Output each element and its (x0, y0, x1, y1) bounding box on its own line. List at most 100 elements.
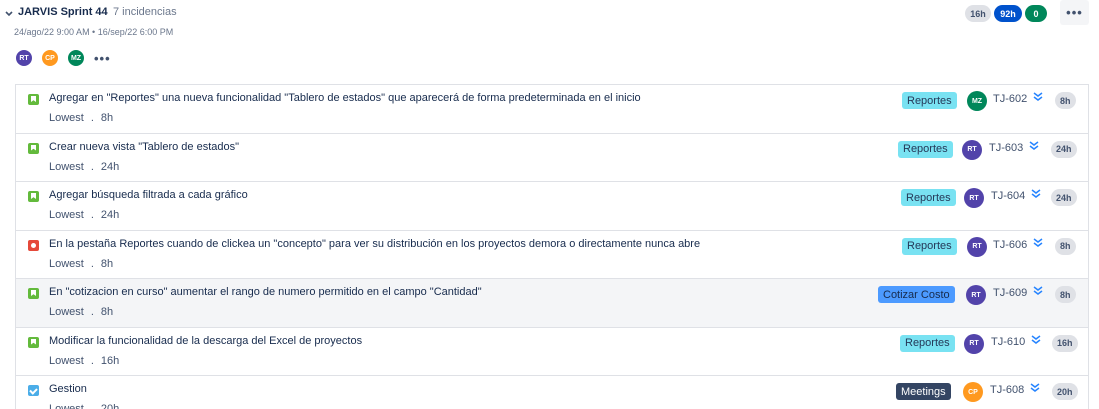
sprint-actions-button[interactable]: ••• (1060, 0, 1089, 25)
issue-row[interactable]: En la pestaña Reportes cuando de clickea… (16, 230, 1088, 279)
separator: . (90, 160, 94, 173)
issue-row[interactable]: Agregar en "Reportes" una nueva funciona… (16, 85, 1088, 134)
estimate-badge: 16h (1052, 334, 1078, 352)
estimate-badge: 8h (1055, 237, 1076, 255)
points-todo-badge: 16h (965, 5, 991, 22)
avatar[interactable]: RT (14, 48, 34, 68)
separator: . (90, 354, 94, 367)
issue-list: Agregar en "Reportes" una nueva funciona… (15, 84, 1089, 409)
issue-meta: Lowest. 24h (49, 209, 119, 221)
issue-summary[interactable]: Gestion (49, 383, 87, 395)
points-done-badge: 0 (1025, 5, 1047, 22)
epic-lozenge[interactable]: Cotizar Costo (878, 286, 955, 303)
priority-label: Lowest (49, 306, 84, 318)
issue-row[interactable]: Modificar la funcionalidad de la descarg… (16, 327, 1088, 376)
estimate-label: 24h (100, 160, 120, 173)
issue-summary[interactable]: Agregar en "Reportes" una nueva funciona… (49, 92, 641, 104)
assignee-avatar[interactable]: MZ (967, 91, 987, 111)
issue-key[interactable]: TJ-609 (993, 287, 1027, 299)
estimate-badge: 24h (1051, 140, 1077, 158)
issue-key[interactable]: TJ-603 (989, 142, 1023, 154)
avatar[interactable]: CP (40, 48, 60, 68)
sprint-name[interactable]: JARVIS Sprint 44 (18, 6, 108, 18)
issue-row[interactable]: Gestion Lowest. 20h Meetings CP TJ-608 20h (16, 376, 1088, 409)
epic-lozenge[interactable]: Reportes (901, 189, 956, 206)
assignee-avatar[interactable]: RT (967, 236, 987, 257)
story-icon (28, 142, 39, 154)
epic-lozenge[interactable]: Reportes (902, 92, 957, 109)
estimate-label: 8h (100, 306, 114, 318)
assignee-avatar[interactable]: RT (962, 139, 982, 160)
separator: . (90, 112, 94, 124)
issue-summary[interactable]: Modificar la funcionalidad de la descarg… (49, 335, 362, 347)
priority-lowest-icon (1033, 237, 1043, 247)
story-icon (28, 336, 39, 348)
priority-label: Lowest (49, 160, 84, 173)
estimate-label: 24h (100, 209, 120, 221)
issue-key[interactable]: TJ-602 (993, 93, 1027, 105)
issue-key[interactable]: TJ-606 (993, 239, 1027, 251)
separator: . (90, 306, 94, 318)
bug-icon (28, 239, 39, 251)
assignee-avatar[interactable]: CP (963, 382, 983, 402)
issue-meta: Lowest. 8h (49, 112, 113, 124)
epic-lozenge[interactable]: Reportes (902, 237, 957, 255)
issue-row[interactable]: Crear nueva vista "Tablero de estados" Lo… (16, 133, 1088, 182)
issue-summary[interactable]: Agregar búsqueda filtrada a cada gráfico (49, 189, 248, 201)
separator: . (90, 257, 94, 270)
issue-summary[interactable]: Crear nueva vista "Tablero de estados" (49, 141, 239, 153)
estimate-badge: 8h (1055, 286, 1076, 303)
estimate-label: 8h (100, 257, 114, 270)
story-icon (28, 288, 39, 299)
priority-lowest-icon (1031, 334, 1041, 344)
priority-label: Lowest (49, 112, 84, 124)
epic-lozenge[interactable]: Reportes (898, 140, 953, 158)
priority-label: Lowest (49, 209, 84, 221)
separator: . (90, 403, 94, 409)
estimate-badge: 20h (1052, 383, 1078, 400)
issue-count: 7 incidencias (113, 6, 177, 18)
points-in-progress-badge: 92h (994, 5, 1022, 22)
story-icon (28, 94, 39, 105)
chevron-down-icon[interactable] (3, 7, 15, 19)
assignee-avatar[interactable]: RT (964, 188, 984, 208)
issue-meta: Lowest. 8h (49, 258, 113, 270)
issue-meta: Lowest. 20h (49, 403, 119, 409)
story-icon (28, 191, 39, 202)
separator: . (90, 209, 94, 221)
priority-label: Lowest (49, 403, 84, 409)
more-assignees-icon[interactable]: ••• (94, 51, 111, 66)
estimate-label: 8h (100, 112, 114, 124)
assignee-avatar[interactable]: RT (964, 333, 984, 354)
sprint-dates: 24/ago/22 9:00 AM • 16/sep/22 6:00 PM (14, 27, 174, 37)
assignee-avatar[interactable]: RT (966, 285, 986, 305)
priority-lowest-icon (1033, 286, 1043, 295)
epic-lozenge[interactable]: Meetings (896, 383, 951, 400)
estimate-badge: 24h (1051, 189, 1077, 206)
priority-lowest-icon (1033, 92, 1043, 101)
priority-label: Lowest (49, 354, 84, 367)
issue-meta: Lowest. 8h (49, 306, 113, 318)
issue-summary[interactable]: En la pestaña Reportes cuando de clickea… (49, 238, 700, 250)
issue-key[interactable]: TJ-604 (991, 190, 1025, 202)
estimate-badge: 8h (1055, 92, 1076, 109)
issue-row[interactable]: Agregar búsqueda filtrada a cada gráfico… (16, 182, 1088, 231)
issue-meta: Lowest. 24h (49, 161, 119, 173)
issue-meta: Lowest. 16h (49, 355, 119, 367)
estimate-label: 20h (100, 403, 120, 409)
estimate-label: 16h (100, 354, 120, 367)
issue-key[interactable]: TJ-610 (991, 336, 1025, 348)
sprint-header: JARVIS Sprint 44 7 incidencias 24/ago/22… (0, 0, 1099, 90)
issue-key[interactable]: TJ-608 (990, 384, 1024, 396)
priority-lowest-icon (1030, 383, 1040, 392)
priority-label: Lowest (49, 257, 84, 270)
issue-summary[interactable]: En "cotizacion en curso" aumentar el ran… (49, 286, 482, 298)
epic-lozenge[interactable]: Reportes (900, 334, 955, 352)
issue-row[interactable]: En "cotizacion en curso" aumentar el ran… (16, 279, 1088, 328)
task-icon (28, 385, 39, 396)
avatar[interactable]: MZ (66, 48, 86, 68)
priority-lowest-icon (1031, 189, 1041, 198)
assignee-avatars: RT CP MZ ••• (14, 48, 111, 68)
sprint-points: 16h 92h 0 (965, 5, 1047, 22)
priority-lowest-icon (1029, 140, 1039, 150)
